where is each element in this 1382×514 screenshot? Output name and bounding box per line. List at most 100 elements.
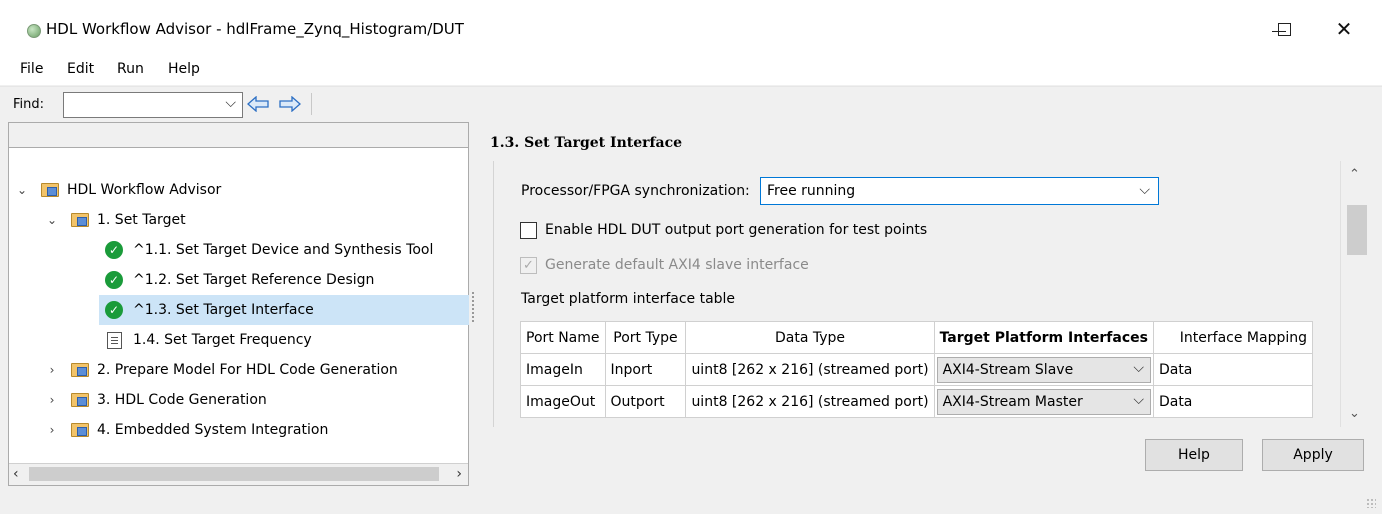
resize-grip-icon[interactable] — [1366, 498, 1376, 508]
tree-item-label: ^1.3. Set Target Interface — [133, 302, 314, 318]
sync-combobox[interactable]: Free running ⌵ — [760, 177, 1159, 205]
table-label: Target platform interface table — [521, 291, 736, 307]
folder-icon — [71, 363, 89, 377]
interface-value: AXI4-Stream Master — [942, 393, 1083, 410]
cell-mapping[interactable]: Data — [1152, 353, 1314, 386]
tree-item-1-2[interactable]: ✓ ^1.2. Set Target Reference Design — [99, 265, 465, 295]
expand-icon[interactable]: › — [45, 363, 59, 377]
arrow-right-icon — [279, 96, 301, 112]
document-icon — [107, 331, 122, 349]
section-title: 1.3. Set Target Interface — [490, 135, 683, 151]
maximize-button[interactable] — [1262, 14, 1306, 44]
pane-splitter[interactable] — [469, 122, 477, 486]
scroll-up-icon[interactable]: ⌃ — [1349, 167, 1360, 182]
cell-mapping[interactable]: Data — [1152, 385, 1314, 418]
col-port-type: Port Type — [604, 321, 687, 354]
check-icon: ✓ — [105, 301, 123, 319]
cell-data-type: uint8 [262 x 216] (streamed port) — [685, 385, 935, 418]
menu-file[interactable]: File — [20, 61, 43, 77]
vertical-scrollbar[interactable]: ⌃ ⌄ — [1340, 161, 1368, 427]
tree-item-label: 2. Prepare Model For HDL Code Generation — [97, 362, 398, 378]
col-data-type: Data Type — [685, 321, 935, 354]
tree-item-label: ^1.1. Set Target Device and Synthesis To… — [133, 242, 434, 258]
app-icon — [27, 24, 41, 38]
title-bar: HDL Workflow Advisor - hdlFrame_Zynq_His… — [0, 0, 1382, 52]
menu-edit[interactable]: Edit — [67, 61, 94, 77]
close-button[interactable]: ✕ — [1322, 14, 1366, 44]
chevron-down-icon[interactable]: ⌵ — [1133, 392, 1144, 408]
tree-item-1-4[interactable]: 1.4. Set Target Frequency — [99, 325, 465, 355]
interface-value: AXI4-Stream Slave — [942, 361, 1074, 378]
menu-run[interactable]: Run — [117, 61, 144, 77]
apply-button[interactable]: Apply — [1262, 439, 1364, 471]
cell-port-type: Inport — [604, 353, 687, 386]
check-icon: ✓ — [105, 271, 123, 289]
menu-help[interactable]: Help — [168, 61, 200, 77]
axi4-slave-label: Generate default AXI4 slave interface — [545, 257, 809, 273]
tree-item-label: 1. Set Target — [97, 212, 186, 228]
tree-item-prepare-model[interactable]: › 2. Prepare Model For HDL Code Generati… — [45, 355, 465, 385]
cell-data-type: uint8 [262 x 216] (streamed port) — [685, 353, 935, 386]
tree-item-label: HDL Workflow Advisor — [67, 182, 222, 198]
tree-item-label: 4. Embedded System Integration — [97, 422, 329, 438]
tree-item-1-3[interactable]: ✓ ^1.3. Set Target Interface — [99, 295, 470, 325]
find-next-button[interactable] — [278, 92, 302, 116]
tree-item-label: ^1.2. Set Target Reference Design — [133, 272, 375, 288]
cell-interface: AXI4-Stream Slave ⌵ — [933, 353, 1154, 386]
expand-icon[interactable]: ⌄ — [15, 183, 29, 197]
find-previous-button[interactable] — [246, 92, 270, 116]
tree-item-root[interactable]: ⌄ HDL Workflow Advisor — [15, 175, 465, 205]
tree-item-set-target[interactable]: ⌄ 1. Set Target — [45, 205, 465, 235]
tree-item-1-1[interactable]: ✓ ^1.1. Set Target Device and Synthesis … — [99, 235, 465, 265]
find-label: Find: — [13, 97, 45, 112]
sync-value: Free running — [767, 183, 856, 199]
cell-port-type: Outport — [604, 385, 687, 418]
close-icon: ✕ — [1335, 17, 1353, 41]
expand-icon[interactable]: › — [45, 393, 59, 407]
scroll-right-icon[interactable]: › — [456, 466, 462, 482]
folder-icon — [71, 423, 89, 437]
find-toolbar: Find: ⌵ — [0, 86, 1382, 121]
splitter-grip-icon[interactable] — [472, 292, 474, 322]
horizontal-scrollbar[interactable]: ‹ › — [9, 463, 468, 485]
folder-icon — [71, 213, 89, 227]
interface-table: Port Name Port Type Data Type Target Pla… — [520, 321, 1314, 418]
col-interface-mapping: Interface Mapping — [1152, 321, 1314, 354]
tree-item-hdl-code-gen[interactable]: › 3. HDL Code Generation — [45, 385, 465, 415]
sync-label: Processor/FPGA synchronization: — [521, 183, 750, 199]
chevron-down-icon[interactable]: ⌵ — [1133, 360, 1144, 376]
help-button[interactable]: Help — [1145, 439, 1243, 471]
interface-dropdown[interactable]: AXI4-Stream Master ⌵ — [936, 388, 1151, 415]
tree-item-label: 1.4. Set Target Frequency — [133, 332, 312, 348]
tree-header — [9, 123, 468, 148]
chevron-down-icon[interactable]: ⌵ — [1139, 182, 1150, 198]
menu-bar: File Edit Run Help — [0, 52, 1382, 85]
expand-icon[interactable]: ⌄ — [45, 213, 59, 227]
chevron-down-icon[interactable]: ⌵ — [225, 95, 236, 111]
maximize-icon — [1277, 22, 1291, 36]
cell-port-name: ImageIn — [520, 353, 606, 386]
tree-item-embedded-system[interactable]: › 4. Embedded System Integration — [45, 415, 465, 445]
task-tree-pane: ⌄ HDL Workflow Advisor ⌄ 1. Set Target ✓… — [8, 122, 470, 486]
table-row: ImageIn Inport uint8 [262 x 216] (stream… — [520, 353, 1314, 386]
col-port-name: Port Name — [520, 321, 606, 354]
col-target-interfaces: Target Platform Interfaces — [933, 321, 1154, 354]
scrollbar-thumb[interactable] — [29, 467, 439, 481]
cell-port-name: ImageOut — [520, 385, 606, 418]
scroll-down-icon[interactable]: ⌄ — [1349, 406, 1360, 421]
folder-icon — [71, 393, 89, 407]
axi4-slave-checkbox: ✓ — [520, 257, 537, 274]
table-row: ImageOut Outport uint8 [262 x 216] (stre… — [520, 385, 1314, 418]
find-combobox[interactable]: ⌵ — [63, 92, 243, 118]
arrow-left-icon — [247, 96, 269, 112]
folder-icon — [41, 183, 59, 197]
window-title: HDL Workflow Advisor - hdlFrame_Zynq_His… — [46, 20, 464, 38]
scrollbar-thumb[interactable] — [1347, 205, 1367, 255]
expand-icon[interactable]: › — [45, 423, 59, 437]
toolbar-separator — [311, 93, 312, 115]
test-points-checkbox[interactable] — [520, 222, 537, 239]
cell-interface: AXI4-Stream Master ⌵ — [933, 385, 1154, 418]
scroll-left-icon[interactable]: ‹ — [13, 466, 19, 482]
interface-dropdown[interactable]: AXI4-Stream Slave ⌵ — [936, 356, 1151, 383]
table-header-row: Port Name Port Type Data Type Target Pla… — [520, 321, 1314, 354]
